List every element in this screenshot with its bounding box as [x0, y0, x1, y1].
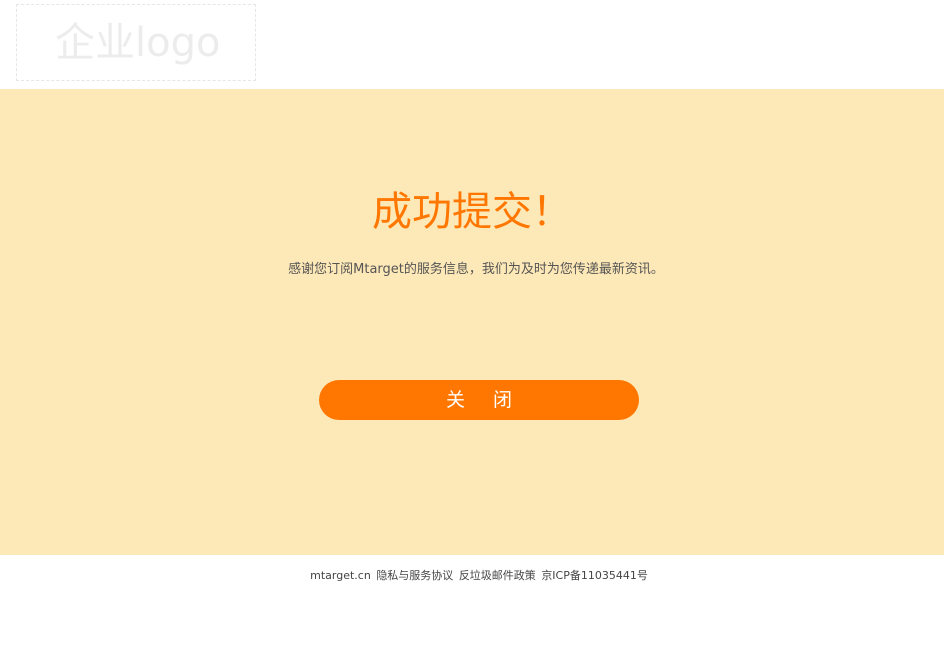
- antispam-policy-link[interactable]: 反垃圾邮件政策: [459, 569, 536, 582]
- footer-domain: mtarget.cn: [310, 569, 371, 582]
- logo-text: 企业logo: [55, 20, 221, 66]
- company-logo: 企业logo: [16, 4, 256, 81]
- page: 企业logo 成功提交！ 感谢您订阅Mtarget的服务信息，我们为及时为您传递…: [0, 0, 944, 657]
- page-title: 成功提交！: [372, 189, 572, 235]
- header: 企业logo: [0, 0, 944, 89]
- footer: mtarget.cn 隐私与服务协议 反垃圾邮件政策 京ICP备11035441…: [0, 568, 944, 584]
- success-message: 感谢您订阅Mtarget的服务信息，我们为及时为您传递最新资讯。: [288, 262, 664, 277]
- close-button[interactable]: 关闭: [319, 380, 639, 420]
- success-panel: 成功提交！ 感谢您订阅Mtarget的服务信息，我们为及时为您传递最新资讯。 关…: [0, 89, 944, 555]
- icp-license: 京ICP备11035441号: [541, 569, 648, 582]
- privacy-policy-link[interactable]: 隐私与服务协议: [376, 569, 453, 582]
